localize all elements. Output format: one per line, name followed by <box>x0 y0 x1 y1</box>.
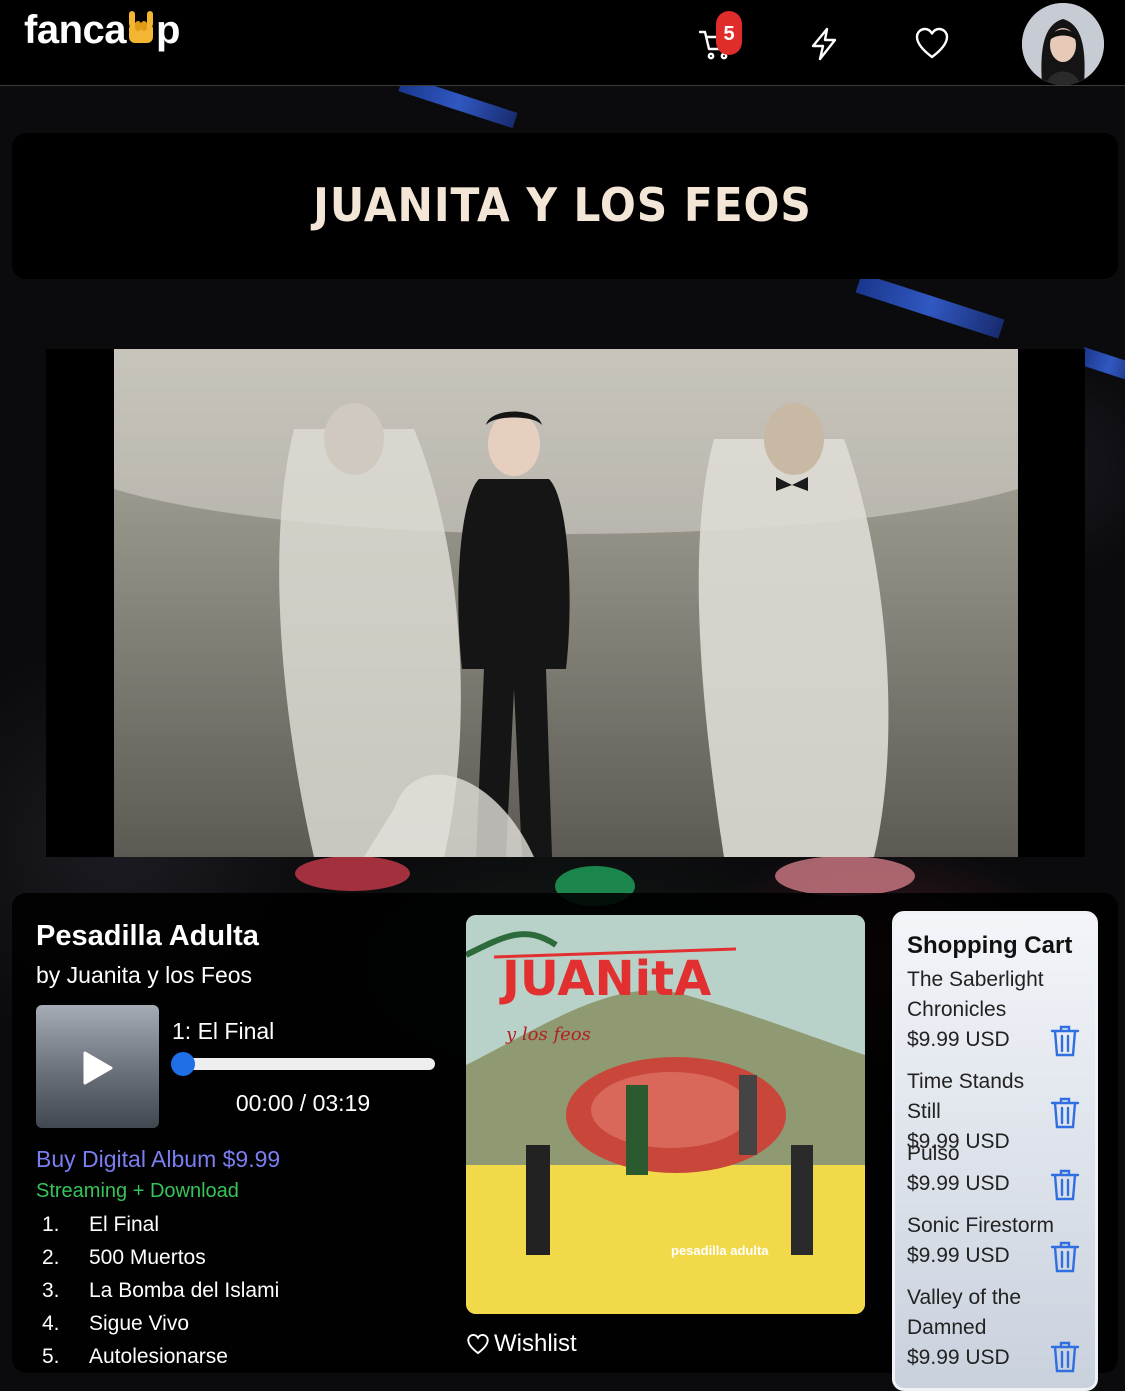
trash-icon[interactable] <box>1049 1168 1081 1202</box>
rock-hand-icon <box>129 11 153 43</box>
video-frame <box>114 349 1018 857</box>
track-item[interactable]: 4. Sigue Vivo <box>42 1307 279 1340</box>
cart-count-badge: 5 <box>716 11 742 55</box>
album-title: Pesadilla Adulta <box>36 920 259 952</box>
format-label: Streaming + Download <box>36 1180 239 1202</box>
trash-icon[interactable] <box>1049 1340 1081 1374</box>
cover-lettering: JUANitA <box>499 951 711 1007</box>
user-avatar[interactable] <box>1022 3 1104 85</box>
seek-handle[interactable] <box>171 1052 195 1076</box>
cart-item: The Saberlight Chronicles $9.99 USD <box>907 968 1044 1051</box>
top-nav: fanca p 5 <box>0 0 1125 86</box>
buy-album-link[interactable]: Buy Digital Album $9.99 <box>36 1146 280 1173</box>
trash-icon[interactable] <box>1049 1096 1081 1130</box>
cart-item: Pulso $9.99 USD <box>907 1142 1010 1195</box>
track-item[interactable]: 5. Autolesionarse <box>42 1340 279 1373</box>
cart-item: Sonic Firestorm $9.99 USD <box>907 1214 1055 1267</box>
tracklist: 1. El Final 2. 500 Muertos 3. La Bomba del … <box>42 1208 279 1373</box>
seek-bar[interactable] <box>180 1058 435 1070</box>
track-item[interactable]: 3. La Bomba del Islami <box>42 1274 279 1307</box>
cover-caption: pesadilla adulta <box>671 1243 769 1258</box>
track-item[interactable]: 1. El Final <box>42 1208 279 1241</box>
trash-icon[interactable] <box>1049 1024 1081 1058</box>
track-item[interactable]: 2. 500 Muertos <box>42 1241 279 1274</box>
cart-title: Shopping Cart <box>907 932 1073 959</box>
playback-time: 00:00 / 03:19 <box>235 1090 371 1116</box>
music-video-player[interactable] <box>46 349 1085 857</box>
play-button[interactable] <box>36 1005 159 1128</box>
artist-name: JUANITA Y LOS FEOS <box>313 178 812 232</box>
album-cover: JUANitA y los feos pesadilla adulta <box>466 915 865 1314</box>
album-artist: by Juanita y los Feos <box>36 962 253 988</box>
trash-icon[interactable] <box>1049 1240 1081 1274</box>
wishlist-button[interactable]: Wishlist <box>466 1330 577 1358</box>
now-playing-label: 1: El Final <box>172 1018 275 1044</box>
fancaup-logo[interactable]: fanca p <box>24 8 180 53</box>
heart-outline-icon <box>467 1333 489 1355</box>
heart-icon[interactable] <box>914 26 950 62</box>
lightning-icon[interactable] <box>806 26 842 62</box>
cover-sub: y los feos <box>505 1024 591 1045</box>
play-icon <box>83 1051 113 1085</box>
